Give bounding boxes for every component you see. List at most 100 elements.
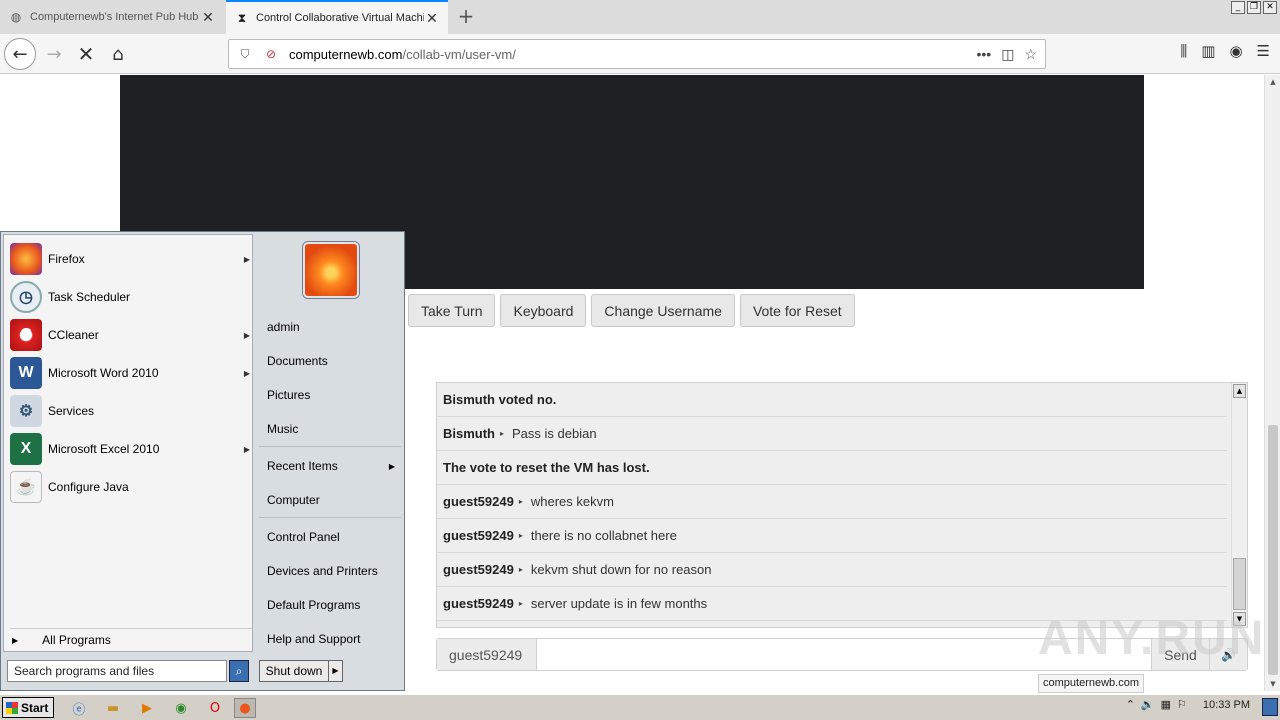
action-center-flag-icon[interactable]: ⚐: [1177, 698, 1187, 711]
ccleaner-icon: C: [10, 319, 42, 351]
account-icon[interactable]: ◉: [1229, 42, 1242, 60]
arrow-right-icon: ▸: [518, 565, 523, 574]
submenu-arrow-icon: ▶: [243, 444, 250, 454]
message-text: there is no collabnet here: [530, 528, 677, 543]
show-desktop-button[interactable]: [1262, 698, 1278, 716]
program-java[interactable]: ☕ Configure Java: [10, 469, 250, 505]
bookmark-star-icon[interactable]: ☆: [1024, 46, 1037, 63]
vm-button-row: Take Turn Keyboard Change Username Vote …: [408, 294, 855, 327]
opera-icon[interactable]: O: [204, 698, 226, 718]
tray-expand-icon[interactable]: ⌃: [1126, 698, 1135, 711]
divider: [259, 446, 401, 447]
link-recent-items[interactable]: Recent Items ▶: [267, 459, 403, 473]
folder-icon[interactable]: ▬: [102, 698, 124, 718]
pocket-icon[interactable]: ◫: [1001, 46, 1014, 63]
page-actions-icon[interactable]: •••: [976, 46, 991, 63]
link-label: Recent Items: [267, 459, 338, 473]
start-menu: Firefox ▶ ◷ Task Scheduler C CCleaner ▶ …: [0, 231, 405, 691]
program-firefox[interactable]: Firefox ▶: [10, 241, 250, 277]
back-button[interactable]: ←: [4, 38, 36, 70]
speaker-icon[interactable]: 🔉: [1141, 698, 1155, 711]
link-music[interactable]: Music: [267, 422, 403, 436]
shutdown-label: Shut down: [265, 664, 323, 678]
submenu-arrow-icon: ▶: [243, 368, 250, 378]
chat-scrollbar[interactable]: ▲ ▼: [1231, 383, 1247, 627]
program-excel[interactable]: X Microsoft Excel 2010 ▶: [10, 431, 250, 467]
message-text: server update is in few months: [530, 596, 708, 611]
search-icon[interactable]: ⌕: [229, 660, 249, 682]
link-control-panel[interactable]: Control Panel: [267, 530, 403, 544]
program-label: Configure Java: [48, 480, 129, 494]
program-label: Services: [48, 404, 95, 418]
scroll-thumb[interactable]: [1233, 558, 1246, 610]
url-bar[interactable]: ⛉ ⊘ computernewb.com/collab-vm/user-vm/ …: [228, 39, 1046, 69]
message-text: Bismuth voted no.: [443, 392, 557, 407]
message-text: The vote to reset the VM has lost.: [443, 460, 650, 475]
scroll-down-icon[interactable]: ▼: [1266, 677, 1280, 691]
scroll-up-icon[interactable]: ▲: [1266, 75, 1280, 89]
tab-collab-vm[interactable]: ⧗ Control Collaborative Virtual Machi ✕: [226, 0, 448, 34]
start-button[interactable]: Start: [2, 697, 54, 718]
close-window-icon[interactable]: ✕: [1263, 1, 1277, 14]
program-label: Task Scheduler: [48, 290, 131, 304]
username-label[interactable]: guest59249: [437, 639, 537, 670]
ie-icon[interactable]: ⓔ: [68, 698, 90, 718]
message-user: guest59249: [443, 562, 514, 577]
scroll-thumb[interactable]: [1268, 425, 1278, 675]
clock[interactable]: 10:33 PM: [1203, 699, 1250, 711]
close-icon[interactable]: ✕: [424, 10, 440, 27]
take-turn-button[interactable]: Take Turn: [408, 294, 496, 327]
restore-icon[interactable]: ❐: [1247, 1, 1261, 14]
chat-message: guest59249 ▸ there is no collabnet here: [437, 519, 1227, 553]
program-word[interactable]: W Microsoft Word 2010 ▶: [10, 355, 250, 391]
tab-title: Control Collaborative Virtual Machi: [256, 12, 424, 24]
shield-icon[interactable]: ⛉: [235, 47, 255, 62]
chat-panel[interactable]: Bismuth voted no. Bismuth ▸ Pass is debian…: [436, 382, 1248, 628]
link-admin[interactable]: admin: [267, 320, 403, 334]
menu-icon[interactable]: ☰: [1257, 42, 1270, 60]
program-services[interactable]: ⚙ Services: [10, 393, 250, 429]
scroll-up-icon[interactable]: ▲: [1233, 384, 1246, 398]
library-icon[interactable]: ⫼: [1180, 42, 1187, 60]
user-avatar[interactable]: [303, 242, 359, 298]
shutdown-options-icon[interactable]: ▶: [328, 661, 342, 681]
link-help-support[interactable]: Help and Support: [267, 632, 403, 646]
minimize-icon[interactable]: _: [1231, 1, 1245, 14]
network-icon[interactable]: ▦: [1161, 698, 1171, 711]
link-documents[interactable]: Documents: [267, 354, 403, 368]
sidebar-icon[interactable]: ▥: [1201, 42, 1215, 60]
all-programs[interactable]: ▶ All Programs: [12, 633, 252, 647]
start-search-input[interactable]: Search programs and files: [7, 660, 227, 682]
change-username-button[interactable]: Change Username: [591, 294, 735, 327]
insecure-lock-icon[interactable]: ⊘: [261, 47, 281, 61]
message-text: Pass is debian: [512, 426, 597, 441]
link-default-programs[interactable]: Default Programs: [267, 598, 403, 612]
gears-icon: ⚙: [10, 395, 42, 427]
chrome-icon[interactable]: ◉: [170, 698, 192, 718]
link-computer[interactable]: Computer: [267, 493, 403, 507]
vote-reset-button[interactable]: Vote for Reset: [739, 294, 855, 327]
home-button[interactable]: ⌂: [102, 38, 134, 70]
shutdown-button[interactable]: Shut down ▶: [259, 660, 343, 682]
link-devices-printers[interactable]: Devices and Printers: [267, 564, 403, 578]
forward-button[interactable]: →: [38, 38, 70, 70]
program-task-scheduler[interactable]: ◷ Task Scheduler: [10, 279, 250, 315]
arrow-right-icon: →: [46, 43, 62, 65]
arrow-left-icon: ←: [12, 43, 28, 65]
submenu-arrow-icon: ▶: [243, 254, 250, 264]
close-icon[interactable]: ✕: [200, 9, 216, 26]
page-scrollbar[interactable]: ▲ ▼: [1264, 75, 1280, 691]
new-tab-button[interactable]: +: [454, 5, 478, 29]
program-ccleaner[interactable]: C CCleaner ▶: [10, 317, 250, 353]
media-player-icon[interactable]: ▶: [136, 698, 158, 718]
hourglass-icon: ⧗: [237, 10, 247, 25]
keyboard-button[interactable]: Keyboard: [500, 294, 587, 327]
link-pictures[interactable]: Pictures: [267, 388, 403, 402]
stop-button[interactable]: ✕: [70, 38, 102, 70]
program-label: Microsoft Word 2010: [48, 366, 159, 380]
tab-pub-hub[interactable]: ◍ Computernewb's Internet Pub Hub ✕: [0, 0, 224, 34]
program-label: Firefox: [48, 252, 85, 266]
arrow-right-icon: ▸: [518, 531, 523, 540]
firefox-taskbar-icon[interactable]: ●: [234, 698, 256, 718]
start-menu-places: admin Documents Pictures Music Recent It…: [255, 234, 403, 652]
